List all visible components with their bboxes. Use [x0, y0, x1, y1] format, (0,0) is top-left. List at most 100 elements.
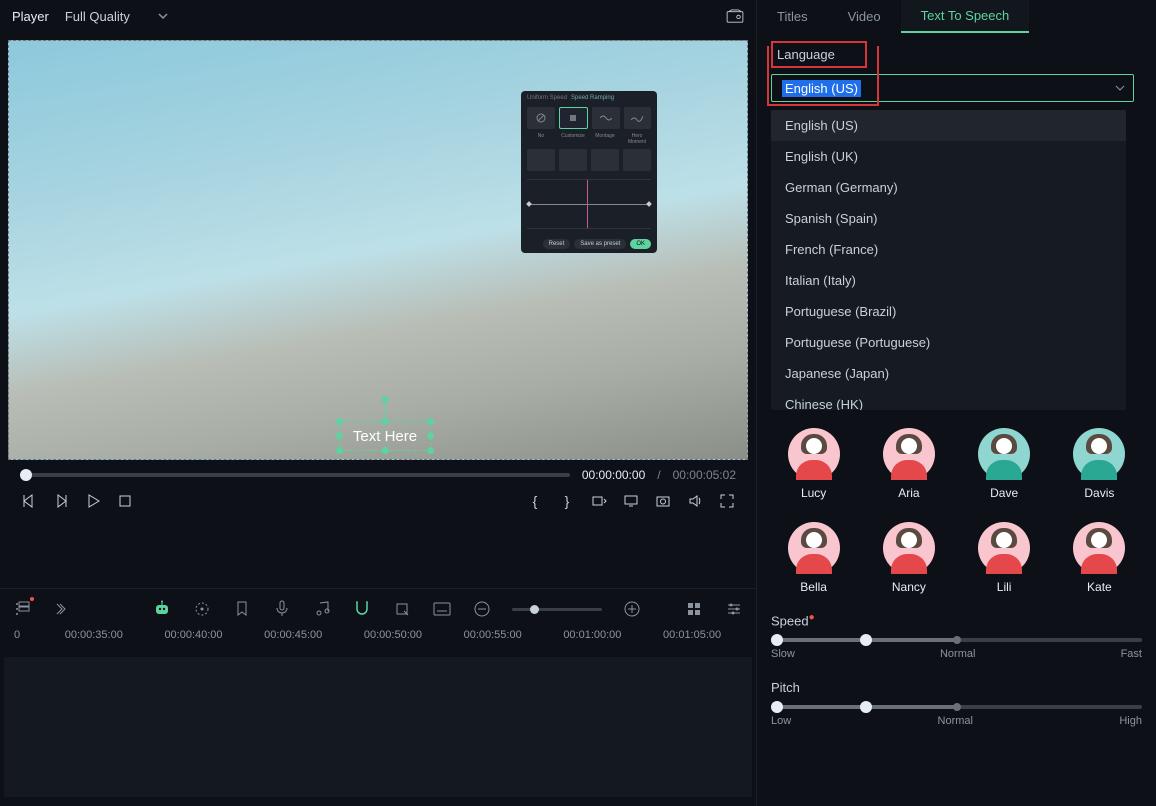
language-select[interactable]: English (US)	[771, 74, 1134, 102]
voice-name: Lili	[997, 580, 1012, 594]
language-option[interactable]: Portuguese (Portuguese)	[771, 327, 1126, 358]
speed-graph[interactable]	[527, 179, 651, 229]
zoom-out-icon[interactable]	[472, 599, 492, 619]
language-option[interactable]: French (France)	[771, 234, 1126, 265]
voice-name: Davis	[1084, 486, 1114, 500]
speed-opt-6[interactable]	[559, 149, 587, 171]
time-total: 00:00:05:02	[673, 468, 736, 482]
quality-dropdown[interactable]: Full Quality	[65, 9, 168, 24]
timeline-options-icon[interactable]	[12, 599, 32, 619]
speed-mid-label: Normal	[940, 648, 975, 660]
display-button[interactable]	[622, 492, 640, 510]
voice-name: Nancy	[892, 580, 926, 594]
quality-value: Full Quality	[65, 9, 130, 24]
pitch-max-label: High	[1119, 715, 1142, 727]
language-option[interactable]: Spanish (Spain)	[771, 203, 1126, 234]
language-label: Language	[771, 41, 867, 68]
avatar	[1073, 522, 1125, 574]
timeline-tracks[interactable]	[4, 657, 752, 797]
voice-option[interactable]: Davis	[1057, 428, 1142, 500]
next-frame-button[interactable]	[52, 492, 70, 510]
language-option[interactable]: Portuguese (Brazil)	[771, 296, 1126, 327]
voice-option[interactable]: Bella	[771, 522, 856, 594]
ai-robot-icon[interactable]	[152, 599, 172, 619]
language-option[interactable]: English (US)	[771, 110, 1126, 141]
player-label: Player	[12, 9, 49, 24]
pitch-mid-label: Normal	[938, 715, 973, 727]
pitch-slider[interactable]	[771, 705, 1142, 709]
speed-opt-hero[interactable]	[624, 107, 652, 129]
scrub-head[interactable]	[20, 469, 32, 481]
speed-opt-none[interactable]	[527, 107, 555, 129]
tab-text-to-speech[interactable]: Text To Speech	[901, 0, 1030, 33]
speed-overlay-panel: Uniform Speed Speed Ramping No Customize…	[521, 91, 657, 253]
tab-video[interactable]: Video	[828, 0, 901, 33]
snapshot-button[interactable]	[654, 492, 672, 510]
speed-opt-customize[interactable]	[559, 107, 589, 129]
caption-icon[interactable]	[432, 599, 452, 619]
video-preview[interactable]: Uniform Speed Speed Ramping No Customize…	[8, 40, 748, 460]
music-note-icon[interactable]	[312, 599, 332, 619]
volume-button[interactable]	[686, 492, 704, 510]
speed-opt-montage[interactable]	[592, 107, 620, 129]
voice-option[interactable]: Lili	[962, 522, 1047, 594]
aspect-ratio-button[interactable]	[590, 492, 608, 510]
language-selected-value: English (US)	[782, 80, 861, 97]
text-overlay-box[interactable]: Text Here	[339, 421, 431, 451]
microphone-icon[interactable]	[272, 599, 292, 619]
language-option[interactable]: Chinese (HK)	[771, 389, 1126, 410]
avatar	[978, 428, 1030, 480]
speed-slider[interactable]	[771, 638, 1142, 642]
avatar	[1073, 428, 1125, 480]
zoom-in-icon[interactable]	[622, 599, 642, 619]
avatar	[788, 428, 840, 480]
timeline-ruler[interactable]: 0 00:00:35:00 00:00:40:00 00:00:45:00 00…	[0, 629, 756, 657]
voice-name: Aria	[898, 486, 919, 500]
mark-out-button[interactable]: }	[558, 492, 576, 510]
overlay-tab-uniform[interactable]: Uniform Speed	[527, 95, 567, 101]
voice-name: Kate	[1087, 580, 1112, 594]
voice-option[interactable]: Dave	[962, 428, 1047, 500]
voice-option[interactable]: Lucy	[771, 428, 856, 500]
magnet-icon[interactable]	[352, 599, 372, 619]
grid-view-icon[interactable]	[684, 599, 704, 619]
overlay-save-preset-button[interactable]: Save as preset	[574, 239, 626, 249]
language-option[interactable]: German (Germany)	[771, 172, 1126, 203]
speed-opt-5[interactable]	[527, 149, 555, 171]
snapshot-icon[interactable]	[726, 9, 744, 23]
prev-frame-button[interactable]	[20, 492, 38, 510]
voice-option[interactable]: Aria	[866, 428, 951, 500]
language-option[interactable]: English (UK)	[771, 141, 1126, 172]
settings-sliders-icon[interactable]	[724, 599, 744, 619]
crop-icon[interactable]	[392, 599, 412, 619]
language-dropdown[interactable]: English (US) English (UK) German (German…	[771, 110, 1126, 410]
speed-max-label: Fast	[1121, 648, 1142, 660]
pitch-min-label: Low	[771, 715, 791, 727]
speed-opt-7[interactable]	[591, 149, 619, 171]
voice-option[interactable]: Nancy	[866, 522, 951, 594]
speed-opt-8[interactable]	[623, 149, 651, 171]
fullscreen-button[interactable]	[718, 492, 736, 510]
pitch-label: Pitch	[771, 680, 1142, 695]
time-current: 00:00:00:00	[582, 468, 645, 482]
language-option[interactable]: Japanese (Japan)	[771, 358, 1126, 389]
overlay-tab-ramping[interactable]: Speed Ramping	[571, 95, 614, 101]
bookmark-icon[interactable]	[232, 599, 252, 619]
language-option[interactable]: Italian (Italy)	[771, 265, 1126, 296]
avatar	[883, 428, 935, 480]
voice-name: Bella	[800, 580, 827, 594]
voice-option[interactable]: Kate	[1057, 522, 1142, 594]
speed-label: Speed●	[771, 612, 1142, 628]
marker-dashed-icon[interactable]	[192, 599, 212, 619]
play-button[interactable]	[84, 492, 102, 510]
overlay-ok-button[interactable]: OK	[630, 239, 651, 249]
voice-name: Dave	[990, 486, 1018, 500]
expand-icon[interactable]	[52, 599, 72, 619]
scrub-bar[interactable]	[20, 473, 570, 477]
stop-button[interactable]	[116, 492, 134, 510]
mark-in-button[interactable]: {	[526, 492, 544, 510]
chevron-down-icon	[1115, 83, 1125, 93]
overlay-reset-button[interactable]: Reset	[543, 239, 571, 249]
zoom-slider[interactable]	[512, 608, 602, 611]
tab-titles[interactable]: Titles	[757, 0, 828, 33]
